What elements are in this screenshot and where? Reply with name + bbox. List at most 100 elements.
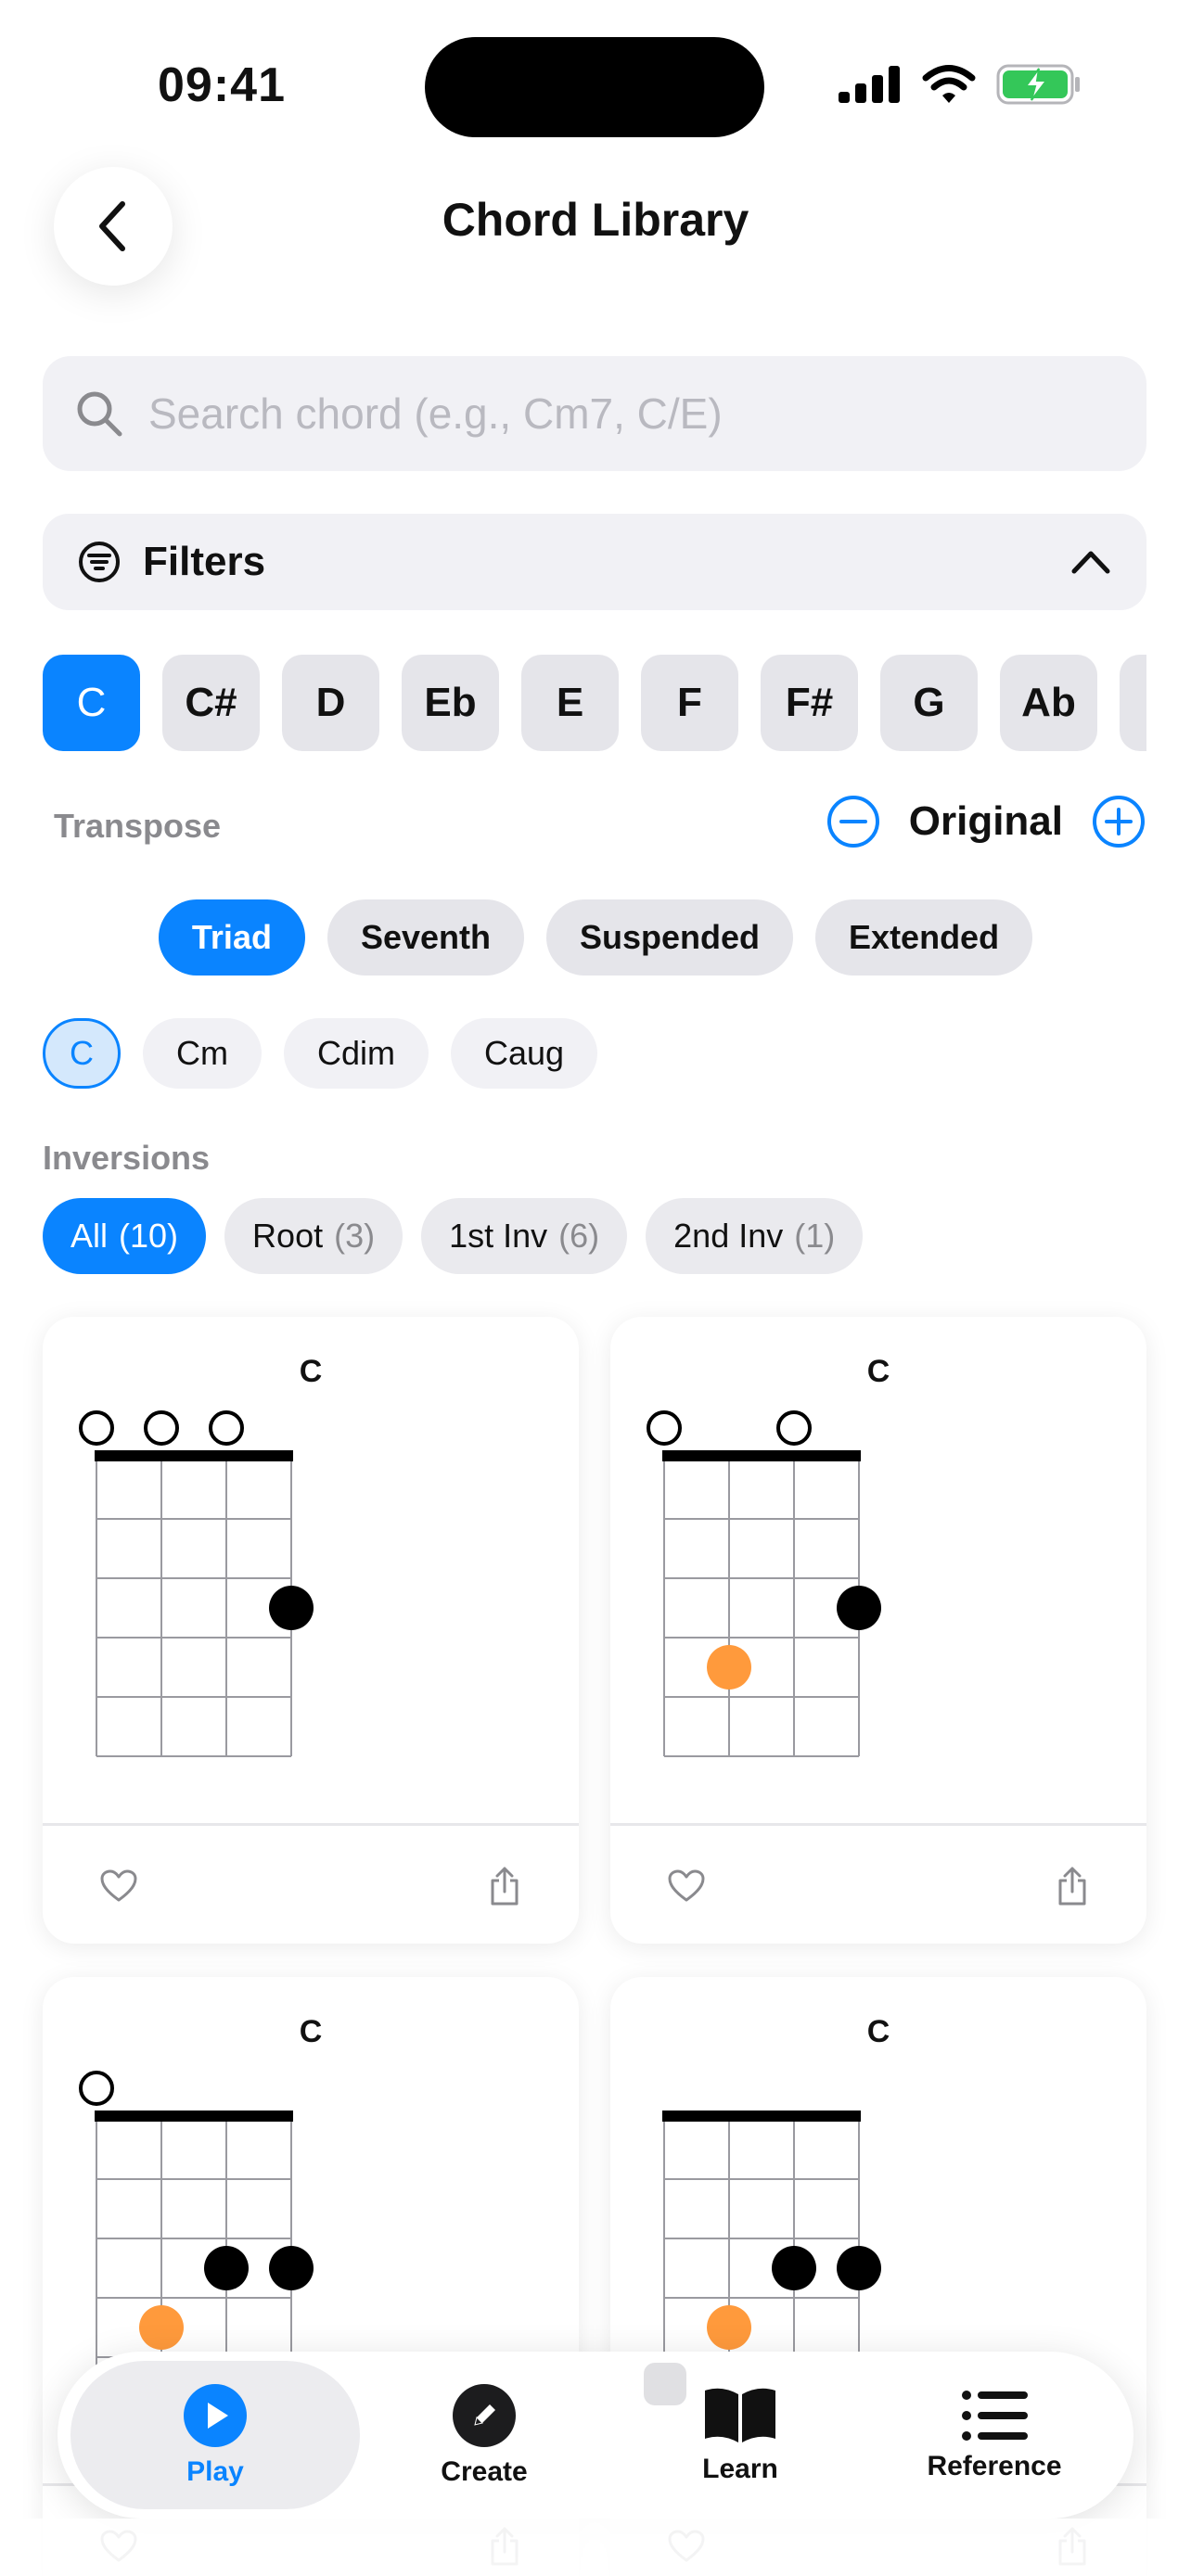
chord-quality-selector: C Cm Cdim Caug bbox=[43, 1018, 598, 1089]
filters-toggle[interactable]: Filters bbox=[43, 514, 1146, 610]
chord-quality-cm[interactable]: Cm bbox=[143, 1018, 262, 1089]
key-chip-g[interactable]: G bbox=[880, 655, 978, 751]
chord-name: C bbox=[299, 1354, 323, 1389]
nut bbox=[662, 1450, 861, 1461]
minus-circle-icon[interactable] bbox=[826, 794, 881, 849]
bottom-tab-bar: Play Create Learn Reference bbox=[58, 2352, 1133, 2519]
key-chip-f-sharp[interactable]: F# bbox=[761, 655, 858, 751]
share-icon bbox=[491, 1867, 519, 1906]
inversion-count: (1) bbox=[794, 1217, 836, 1255]
chord-card[interactable]: C bbox=[610, 1317, 1146, 1944]
root-finger-dot bbox=[707, 1645, 751, 1690]
chord-diagram bbox=[79, 1410, 314, 1757]
card-divider bbox=[43, 1823, 579, 1826]
search-input[interactable] bbox=[148, 389, 1076, 439]
key-chip-ab[interactable]: Ab bbox=[1000, 655, 1097, 751]
tab-play[interactable]: Play bbox=[70, 2361, 360, 2509]
chord-type-seventh[interactable]: Seventh bbox=[327, 899, 524, 976]
finger-dot bbox=[772, 2246, 816, 2290]
chord-quality-caug[interactable]: Caug bbox=[451, 1018, 598, 1089]
root-finger-dot bbox=[139, 2305, 184, 2350]
share-button[interactable] bbox=[488, 1866, 521, 1911]
filter-icon bbox=[79, 542, 120, 582]
pencil-icon bbox=[453, 2384, 516, 2447]
favorite-button[interactable] bbox=[100, 1869, 137, 1907]
nut bbox=[95, 2111, 293, 2122]
list-icon bbox=[962, 2391, 1028, 2441]
chord-type-suspended[interactable]: Suspended bbox=[546, 899, 794, 976]
book-icon bbox=[705, 2388, 775, 2442]
open-string-marker bbox=[79, 1410, 114, 1446]
dynamic-island bbox=[425, 37, 764, 137]
play-icon bbox=[184, 2384, 247, 2447]
key-chip-c[interactable]: C bbox=[43, 655, 140, 751]
chord-type-triad[interactable]: Triad bbox=[158, 899, 305, 976]
chord-name: C bbox=[866, 2014, 890, 2049]
wifi-icon bbox=[922, 65, 976, 103]
tab-reference[interactable]: Reference bbox=[885, 2361, 1104, 2509]
filters-label: Filters bbox=[143, 539, 266, 584]
chord-name: C bbox=[866, 1354, 890, 1389]
finger-dot bbox=[204, 2246, 249, 2290]
inversion-count: (3) bbox=[334, 1217, 376, 1255]
inversion-label: All bbox=[70, 1217, 109, 1255]
chord-name: C bbox=[299, 2014, 323, 2049]
key-chip-c-sharp[interactable]: C# bbox=[162, 655, 260, 751]
finger-dot bbox=[837, 1586, 881, 1630]
transpose-label: Transpose bbox=[54, 807, 222, 845]
chord-card[interactable]: C bbox=[43, 1317, 579, 1944]
chord-quality-cdim[interactable]: Cdim bbox=[284, 1018, 429, 1089]
nut bbox=[95, 1450, 293, 1461]
open-string-marker bbox=[647, 1410, 682, 1446]
inversions-label: Inversions bbox=[43, 1139, 211, 1177]
heart-icon bbox=[100, 1869, 137, 1902]
root-finger-dot bbox=[707, 2305, 751, 2350]
tab-play-label: Play bbox=[186, 2456, 244, 2487]
drag-ghost bbox=[644, 2363, 686, 2405]
open-string-marker bbox=[79, 2071, 114, 2106]
tab-reference-label: Reference bbox=[927, 2451, 1062, 2481]
status-icons bbox=[839, 61, 1082, 108]
tab-create[interactable]: Create bbox=[391, 2361, 577, 2509]
battery-charging-icon bbox=[996, 64, 1080, 105]
cellular-signal-icon bbox=[839, 66, 900, 103]
chord-type-extended[interactable]: Extended bbox=[815, 899, 1033, 976]
finger-dot bbox=[269, 1586, 314, 1630]
search-bar[interactable] bbox=[43, 356, 1146, 471]
inversion-count: (10) bbox=[119, 1217, 179, 1255]
inversion-label: Root bbox=[252, 1217, 324, 1255]
finger-dot bbox=[269, 2246, 314, 2290]
search-icon bbox=[77, 391, 122, 437]
open-string-marker bbox=[776, 1410, 812, 1446]
status-time: 09:41 bbox=[158, 58, 286, 112]
chord-diagram bbox=[647, 1410, 881, 1757]
key-chip-a[interactable]: A bbox=[1120, 655, 1146, 751]
home-indicator-area bbox=[0, 2519, 1191, 2576]
share-button[interactable] bbox=[1056, 1866, 1089, 1911]
finger-dot bbox=[837, 2246, 881, 2290]
inversion-count: (6) bbox=[558, 1217, 600, 1255]
card-divider bbox=[610, 1823, 1146, 1826]
chord-quality-c[interactable]: C bbox=[43, 1018, 121, 1089]
transpose-control: Original bbox=[826, 794, 1146, 849]
favorite-button[interactable] bbox=[668, 1869, 705, 1907]
inversion-chip-1st-inv[interactable]: 1st Inv (6) bbox=[421, 1198, 628, 1274]
key-chip-e[interactable]: E bbox=[521, 655, 619, 751]
plus-circle-icon[interactable] bbox=[1091, 794, 1146, 849]
page-title: Chord Library bbox=[442, 194, 749, 246]
key-chip-eb[interactable]: Eb bbox=[402, 655, 499, 751]
tab-create-label: Create bbox=[441, 2456, 528, 2487]
inversion-chip-all[interactable]: All (10) bbox=[43, 1198, 207, 1274]
heart-icon bbox=[668, 1869, 705, 1902]
inversion-chip-2nd-inv[interactable]: 2nd Inv (1) bbox=[646, 1198, 864, 1274]
key-chip-f[interactable]: F bbox=[641, 655, 738, 751]
inversion-selector: All (10) Root (3) 1st Inv (6) 2nd Inv (1) bbox=[43, 1198, 864, 1274]
key-selector: CC#DEbEFF#GAbA bbox=[43, 655, 1146, 751]
open-string-marker bbox=[209, 1410, 244, 1446]
share-icon bbox=[1058, 1867, 1086, 1906]
transpose-value: Original bbox=[908, 798, 1063, 844]
key-chip-d[interactable]: D bbox=[282, 655, 379, 751]
chevron-up-icon bbox=[1071, 551, 1110, 574]
tab-learn-label: Learn bbox=[702, 2454, 778, 2484]
inversion-chip-root[interactable]: Root (3) bbox=[224, 1198, 403, 1274]
